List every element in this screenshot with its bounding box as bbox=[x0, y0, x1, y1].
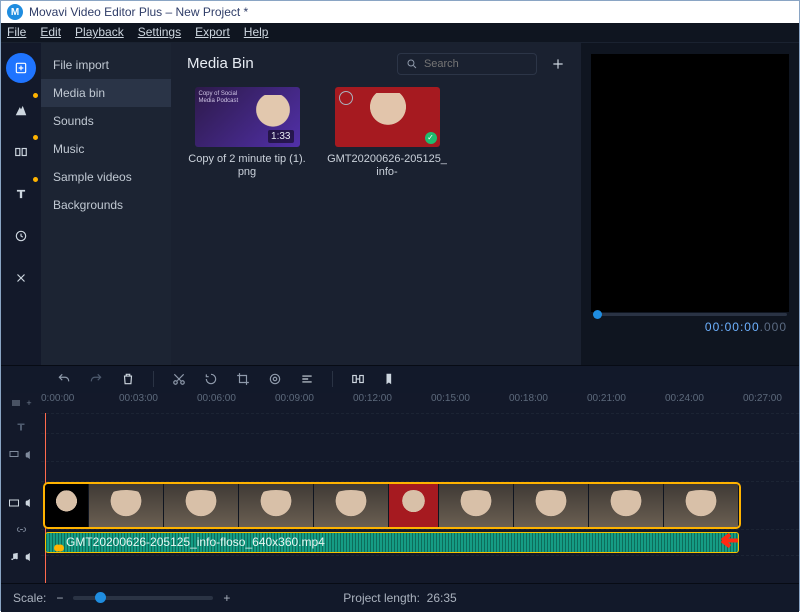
preview-timecode: 00:00:00.000 bbox=[705, 319, 787, 334]
transition-wizard-icon[interactable] bbox=[351, 372, 365, 386]
menu-file[interactable]: File bbox=[7, 25, 26, 39]
side-panel: File import Media bin Sounds Music Sampl… bbox=[41, 43, 171, 366]
time-ruler[interactable]: 0:00:00 00:03:00 00:06:00 00:09:00 00:12… bbox=[41, 393, 799, 413]
tool-import-icon[interactable] bbox=[6, 53, 36, 83]
tool-transitions-icon[interactable] bbox=[6, 137, 36, 167]
add-icon[interactable] bbox=[551, 57, 565, 71]
timeline-toolbar bbox=[1, 365, 799, 392]
main-panel: Media Bin 1:33 Copy of 2 minute tip (1).… bbox=[171, 43, 581, 366]
track-music[interactable] bbox=[41, 555, 799, 583]
search-icon bbox=[406, 57, 418, 71]
side-item-sample-videos[interactable]: Sample videos bbox=[41, 163, 171, 191]
audio-clip-label: GMT20200626-205125_info-floso_640x360.mp… bbox=[66, 535, 325, 549]
side-item-sounds[interactable]: Sounds bbox=[41, 107, 171, 135]
media-caption: Copy of 2 minute tip (1).png bbox=[187, 153, 307, 179]
clip-properties-icon[interactable] bbox=[300, 372, 314, 386]
track-titles[interactable] bbox=[41, 413, 799, 433]
timeline: + 0:00:00 00:03:00 00:06:00 00:09:00 00:… bbox=[1, 393, 799, 583]
workspace: File import Media bin Sounds Music Sampl… bbox=[1, 43, 799, 366]
search-box[interactable] bbox=[397, 53, 537, 75]
preview-controls: 00:00:00.000 bbox=[589, 313, 791, 337]
media-item[interactable]: 1:33 Copy of 2 minute tip (1).png bbox=[187, 87, 307, 179]
redo-icon[interactable] bbox=[89, 372, 103, 386]
check-icon: ✓ bbox=[425, 132, 437, 144]
media-caption: GMT20200626-205125_info- bbox=[327, 153, 447, 179]
tool-more-icon[interactable] bbox=[6, 263, 36, 293]
preview-panel: 00:00:00.000 bbox=[581, 43, 799, 366]
media-item[interactable]: ✓ GMT20200626-205125_info- bbox=[327, 87, 447, 179]
search-input[interactable] bbox=[424, 58, 528, 70]
track-spacer bbox=[41, 461, 799, 481]
side-item-backgrounds[interactable]: Backgrounds bbox=[41, 191, 171, 219]
media-grid: 1:33 Copy of 2 minute tip (1).png ✓ GMT2… bbox=[187, 87, 565, 179]
marker-icon[interactable] bbox=[383, 372, 397, 386]
track-header-column: + bbox=[1, 393, 41, 583]
tool-stickers-icon[interactable] bbox=[6, 221, 36, 251]
progress-knob-icon[interactable] bbox=[593, 310, 602, 319]
project-length: Project length: 26:35 bbox=[0, 591, 800, 605]
crop-icon[interactable] bbox=[236, 372, 250, 386]
preview-screen[interactable] bbox=[590, 53, 790, 313]
track-video[interactable]: GMT20200626-205125_info-floso_640x360.mp… bbox=[41, 481, 799, 529]
audio-clip[interactable]: GMT20200626-205125_info-floso_640x360.mp… bbox=[45, 532, 739, 553]
tool-column bbox=[1, 43, 41, 366]
window-titlebar: M Movavi Video Editor Plus – New Project… bbox=[1, 1, 799, 23]
scale-bar: Scale: − + Project length: 26:35 bbox=[1, 583, 799, 612]
media-thumbnail[interactable]: 1:33 bbox=[195, 87, 300, 147]
menu-help[interactable]: Help bbox=[244, 25, 269, 39]
track-titles-icon[interactable] bbox=[1, 413, 41, 441]
track-overlay[interactable] bbox=[41, 433, 799, 461]
tool-titles-icon[interactable] bbox=[6, 179, 36, 209]
track-link-icon[interactable] bbox=[1, 517, 41, 543]
side-item-media-bin[interactable]: Media bin bbox=[41, 79, 171, 107]
timeline-body[interactable]: 0:00:00 00:03:00 00:06:00 00:09:00 00:12… bbox=[41, 393, 799, 583]
add-track-icon[interactable]: + bbox=[1, 393, 41, 413]
menu-settings[interactable]: Settings bbox=[138, 25, 181, 39]
cut-icon[interactable] bbox=[172, 372, 186, 386]
side-item-music[interactable]: Music bbox=[41, 135, 171, 163]
tool-filters-icon[interactable] bbox=[6, 95, 36, 125]
menubar: File Edit Playback Settings Export Help bbox=[1, 23, 799, 43]
track-overlay-icon[interactable] bbox=[1, 441, 41, 469]
menu-export[interactable]: Export bbox=[195, 25, 230, 39]
track-audio-icon[interactable] bbox=[1, 543, 41, 571]
rotate-icon[interactable] bbox=[204, 372, 218, 386]
track-video-icon[interactable] bbox=[1, 489, 41, 517]
track-audio-linked[interactable]: GMT20200626-205125_info-floso_640x360.mp… bbox=[41, 529, 799, 555]
media-thumbnail[interactable]: ✓ bbox=[335, 87, 440, 147]
side-item-file-import[interactable]: File import bbox=[41, 51, 171, 79]
callout-arrow-icon bbox=[712, 532, 739, 553]
delete-icon[interactable] bbox=[121, 372, 135, 386]
window-title: Movavi Video Editor Plus – New Project * bbox=[29, 5, 248, 19]
undo-icon[interactable] bbox=[57, 372, 71, 386]
preview-progress[interactable] bbox=[593, 313, 787, 316]
panel-title: Media Bin bbox=[187, 55, 397, 72]
video-clip[interactable]: GMT20200626-205125_info-floso_640x360.mp… bbox=[45, 484, 739, 527]
color-icon[interactable] bbox=[268, 372, 282, 386]
menu-edit[interactable]: Edit bbox=[40, 25, 61, 39]
app-logo-icon: M bbox=[7, 4, 23, 20]
menu-playback[interactable]: Playback bbox=[75, 25, 124, 39]
